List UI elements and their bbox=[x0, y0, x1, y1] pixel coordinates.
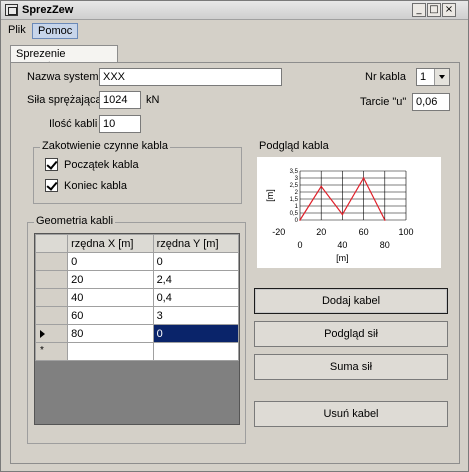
row-header[interactable] bbox=[35, 252, 69, 271]
friction-input[interactable]: 0,06 bbox=[412, 93, 450, 111]
y-tick-label: 0,5 bbox=[290, 211, 299, 217]
cable-no-select[interactable]: 1 bbox=[416, 68, 450, 86]
row-header[interactable] bbox=[35, 306, 69, 325]
cell-y[interactable]: 3 bbox=[152, 306, 239, 325]
cell-y-selected[interactable]: 0 bbox=[152, 324, 239, 343]
y-tick-label: 3 bbox=[295, 176, 299, 182]
y-tick-label: 2 bbox=[295, 190, 299, 196]
cable-preview-svg: 00,511,522,533,5-20 20 60 1000 40 80[m][m] bbox=[265, 169, 414, 263]
force-sum-button[interactable]: Suma sił bbox=[254, 354, 448, 380]
title-bar[interactable]: SprezZew _ □ × bbox=[1, 1, 468, 20]
anchorage-group-title: Zakotwienie czynne kabla bbox=[40, 140, 170, 152]
start-checkbox[interactable] bbox=[45, 158, 58, 171]
chevron-down-icon[interactable] bbox=[434, 69, 449, 85]
grid-corner bbox=[35, 234, 69, 253]
cable-point bbox=[341, 213, 344, 216]
force-label: Siła sprężająca bbox=[27, 94, 102, 106]
cell-y[interactable]: 0 bbox=[152, 252, 239, 271]
maximize-button[interactable]: □ bbox=[427, 3, 441, 17]
geometry-group-title: Geometria kabli bbox=[34, 215, 116, 227]
cell-y[interactable]: 2,4 bbox=[152, 270, 239, 289]
table-row[interactable]: 60 3 bbox=[35, 306, 239, 325]
geometry-grid[interactable]: rzędna X [m] rzędna Y [m] 0 0 20 2,4 40 … bbox=[34, 233, 240, 425]
cable-no-label: Nr kabla bbox=[365, 71, 406, 83]
app-icon bbox=[5, 4, 18, 16]
cable-preview-chart: 0 0,5 1 1,5 2 2,5 3 3,5 -20 20 60 100 0 40 80 [m] [m] bbox=[257, 157, 441, 268]
x-tick-label: 80 bbox=[380, 240, 390, 250]
friction-label: Tarcie "u" bbox=[360, 96, 407, 108]
cable-point bbox=[299, 219, 301, 221]
window-title: SprezZew bbox=[22, 4, 74, 16]
delete-cable-button[interactable]: Usuń kabel bbox=[254, 401, 448, 427]
y-tick-label: 0 bbox=[295, 218, 299, 224]
row-header[interactable] bbox=[35, 270, 69, 289]
x-tick-label: -20 bbox=[272, 227, 285, 237]
cell-y[interactable]: 0,4 bbox=[152, 288, 239, 307]
x-tick-label: 100 bbox=[398, 227, 413, 237]
x-tick-label: 40 bbox=[337, 240, 347, 250]
anchorage-group: Zakotwienie czynne kabla bbox=[33, 140, 242, 204]
table-row[interactable]: 80 0 bbox=[35, 324, 239, 343]
new-row[interactable]: * bbox=[35, 342, 239, 361]
cell-x[interactable]: 0 bbox=[67, 252, 154, 271]
main-window: SprezZew _ □ × Plik Pomoc Sprezenie zewn… bbox=[0, 0, 469, 472]
preview-title: Podgląd kabla bbox=[259, 140, 329, 152]
system-name-input[interactable]: XXX bbox=[99, 68, 282, 86]
cable-point bbox=[384, 219, 386, 221]
y-axis-label: [m] bbox=[265, 189, 275, 202]
cable-count-label: Ilość kabli bbox=[49, 118, 98, 130]
new-row-asterisk-icon: * bbox=[40, 345, 44, 356]
cable-count-input[interactable]: 10 bbox=[99, 115, 141, 133]
table-row[interactable]: 40 0,4 bbox=[35, 288, 239, 307]
x-tick-label: 20 bbox=[316, 227, 326, 237]
y-tick-label: 3,5 bbox=[290, 169, 299, 175]
end-checkbox-label: Koniec kabla bbox=[64, 180, 127, 192]
close-button[interactable]: × bbox=[442, 3, 456, 17]
cable-point bbox=[362, 177, 365, 179]
menu-bar: Plik Pomoc bbox=[1, 20, 468, 41]
x-tick-label: 0 bbox=[297, 240, 302, 250]
cell-x[interactable]: 60 bbox=[67, 306, 154, 325]
force-input[interactable]: 1024 bbox=[99, 91, 141, 109]
end-checkbox[interactable] bbox=[45, 179, 58, 192]
row-header-current[interactable] bbox=[35, 324, 69, 343]
cell-x-new[interactable] bbox=[67, 342, 154, 361]
cell-x[interactable]: 20 bbox=[67, 270, 154, 289]
menu-plik[interactable]: Plik bbox=[3, 23, 31, 39]
menu-pomoc[interactable]: Pomoc bbox=[32, 23, 79, 39]
start-checkbox-label: Początek kabla bbox=[64, 159, 139, 171]
y-tick-label: 1 bbox=[295, 204, 299, 210]
cell-x[interactable]: 40 bbox=[67, 288, 154, 307]
cell-x[interactable]: 80 bbox=[67, 324, 154, 343]
cable-point bbox=[320, 185, 322, 188]
x-axis-label: [m] bbox=[336, 253, 349, 263]
table-row[interactable]: 20 2,4 bbox=[35, 270, 239, 289]
row-header-new[interactable]: * bbox=[35, 342, 69, 361]
column-header-y[interactable]: rzędna Y [m] bbox=[152, 234, 239, 253]
system-name-label: Nazwa systemu bbox=[27, 71, 105, 83]
row-header[interactable] bbox=[35, 288, 69, 307]
column-header-x[interactable]: rzędna X [m] bbox=[67, 234, 154, 253]
add-cable-button[interactable]: Dodaj kabel bbox=[254, 288, 448, 314]
cable-no-value: 1 bbox=[420, 71, 427, 83]
force-unit: kN bbox=[146, 94, 160, 106]
cell-y-new[interactable] bbox=[152, 342, 239, 361]
minimize-button[interactable]: _ bbox=[412, 3, 426, 17]
tab-sprezenie-zewnetrzne[interactable]: Sprezenie zewnetrzne bbox=[10, 45, 118, 72]
current-row-arrow-icon bbox=[40, 330, 45, 338]
force-preview-button[interactable]: Podgląd sił bbox=[254, 321, 448, 347]
x-tick-label: 60 bbox=[359, 227, 369, 237]
y-tick-label: 1,5 bbox=[290, 197, 299, 203]
y-tick-label: 2,5 bbox=[290, 183, 299, 189]
table-row[interactable]: 0 0 bbox=[35, 252, 239, 271]
